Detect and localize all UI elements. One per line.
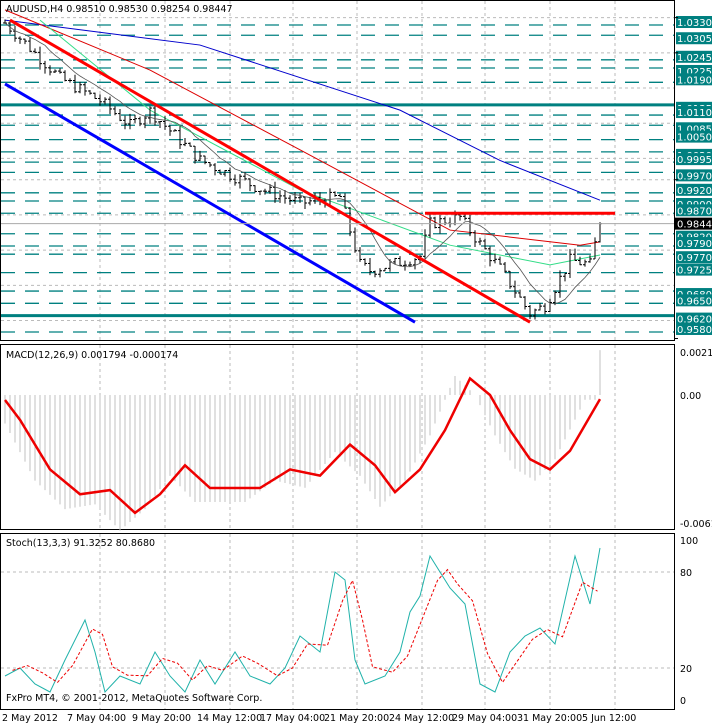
stoch-axis-label: 20 [680,664,692,675]
main-title: AUDUSD,H4 0.98510 0.98530 0.98254 0.9844… [6,4,233,15]
macd-panel-frame [0,344,675,530]
stoch-axis-label: 100 [680,536,698,547]
level-label: 1.01100 [677,108,712,119]
macd-axis-label: 0.00217 [680,348,712,359]
level-label: 1.02450 [677,53,712,64]
macd-axis-label: -0.0061 [680,519,712,530]
stochastic-panel[interactable] [1,547,674,694]
stoch-axis-label: 0 [680,696,686,707]
level-label: 0.97900 [677,239,712,250]
trendline [9,18,531,324]
stoch-panel-frame [0,533,675,710]
level-label: 0.99200 [677,186,712,197]
time-label-9: 5 Jun 12:00 [582,713,636,724]
moving-average-line-gray [4,22,601,305]
time-label-4: 17 May 04:00 [260,713,325,724]
level-label: 0.99950 [677,155,712,166]
time-axis: 2 May 2012 7 May 04:00 9 May 20:00 14 May 1… [2,713,636,724]
level-label: 0.97700 [677,253,712,264]
level-label: 0.96500 [677,296,712,307]
footer-copyright: FxPro MT4, © 2001-2012, MetaQuotes Softw… [6,693,262,704]
level-label: 1.03300 [677,18,712,29]
time-label-6: 24 May 12:00 [389,713,454,724]
level-label: 1.03050 [677,34,712,45]
level-label: 1.01900 [677,75,712,86]
price-panel[interactable] [1,9,674,333]
macd-signal-line [4,376,602,515]
macd-title: MACD(12,26,9) 0.001794 -0.000174 [6,350,178,361]
stoch-main-line [4,547,601,694]
time-label-7: 29 May 04:00 [452,713,517,724]
level-label: 0.99700 [677,171,712,182]
level-label: 0.98700 [677,206,712,217]
level-label: 1.00500 [677,133,712,144]
current-price-label: 0.98447 [677,220,712,231]
time-label-8: 31 May 20:00 [517,713,582,724]
time-label-0: 2 May 2012 [2,713,58,724]
price-axis: 1.033001.030501.024501.022501.019001.013… [674,16,712,707]
macd-axis-label: 0.00 [680,391,701,402]
macd-panel[interactable] [4,350,602,531]
level-label: 0.95800 [677,325,712,336]
moving-average-line [39,19,601,266]
stoch-axis-label: 80 [680,568,692,579]
time-label-2: 9 May 20:00 [132,713,191,724]
stoch-title: Stoch(13,3,3) 91.3252 80.8680 [6,538,155,549]
level-label: 0.97250 [677,266,712,277]
trendline [4,82,416,324]
time-label-5: 21 May 20:00 [324,713,389,724]
moving-average-line [4,9,601,246]
trading-chart[interactable]: 1.033001.030501.024501.022501.019001.013… [0,0,712,724]
time-label-1: 7 May 04:00 [67,713,126,724]
time-label-3: 14 May 12:00 [197,713,262,724]
